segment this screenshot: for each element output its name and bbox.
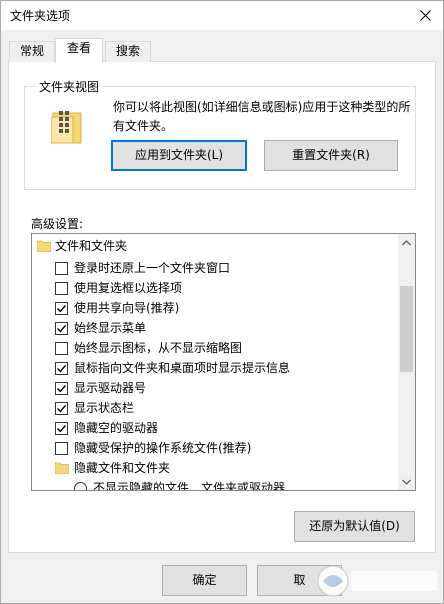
folder-view-icon (51, 111, 82, 144)
checkbox[interactable] (55, 282, 68, 295)
scroll-down-button[interactable] (398, 473, 415, 490)
checkbox[interactable] (55, 442, 68, 455)
option-label: 隐藏受保护的操作系统文件(推荐) (74, 441, 252, 455)
checkmark-icon (57, 365, 67, 373)
tree-item-label: 隐藏文件和文件夹 (74, 461, 171, 475)
advanced-settings-label: 高级设置: (31, 217, 84, 231)
radio-button[interactable] (74, 482, 87, 490)
tree-item-label: 文件和文件夹 (55, 239, 128, 253)
title-bar: 文件夹选项 (1, 1, 443, 30)
apply-to-folders-button[interactable]: 应用到文件夹(L) (111, 140, 247, 171)
option-label: 隐藏空的驱动器 (74, 421, 159, 435)
option-label: 使用复选框以选择项 (74, 281, 183, 295)
tab-general-label: 常规 (19, 44, 44, 58)
option-label: 不显示隐藏的文件、文件夹或驱动器 (93, 481, 286, 491)
restore-defaults-button[interactable]: 还原为默认值(D) (294, 511, 415, 542)
window-title: 文件夹选项 (10, 9, 71, 23)
reset-folders-button[interactable]: 重置文件夹(R) (264, 140, 398, 171)
folder-views-description: 你可以将此视图(如详细信息或图标)应用于这种类型的所有文件夹。 (113, 100, 411, 133)
scroll-thumb[interactable] (400, 286, 413, 372)
close-icon (419, 9, 431, 21)
option-label: 始终显示图标，从不显示缩略图 (74, 341, 243, 355)
ok-button[interactable]: 确定 (162, 565, 247, 596)
checkbox-checked[interactable] (55, 382, 68, 395)
vertical-scrollbar[interactable] (398, 234, 415, 490)
tab-search[interactable]: 搜索 (105, 41, 151, 62)
checkmark-icon (57, 385, 67, 393)
checkbox-checked[interactable] (55, 302, 68, 315)
checkbox-checked[interactable] (55, 322, 68, 335)
folder-icon (55, 462, 69, 474)
chevron-down-icon (402, 479, 411, 485)
checkmark-icon (57, 425, 67, 433)
folder-views-legend: 文件夹视图 (35, 78, 104, 95)
checkbox-checked[interactable] (55, 402, 68, 415)
checkmark-icon (57, 305, 67, 313)
advanced-settings-tree[interactable]: 文件和文件夹 登录时还原上一个文件夹窗口 使用复选框以选择项 使用共享向导(推荐… (31, 233, 416, 491)
folder-options-dialog: 文件夹选项 常规 查看 搜索 文件夹视图 你可以将此视图(如详细信息或图标)应用… (0, 0, 444, 604)
option-label: 使用共享向导(推荐) (74, 301, 180, 315)
chevron-up-icon (402, 239, 411, 245)
option-label: 显示状态栏 (74, 401, 135, 415)
site-watermark-logo (317, 565, 437, 597)
checkmark-icon (57, 325, 67, 333)
close-button[interactable] (415, 5, 435, 25)
option-label: 登录时还原上一个文件夹窗口 (74, 261, 231, 275)
tab-general[interactable]: 常规 (9, 41, 55, 62)
tab-view[interactable]: 查看 (55, 38, 103, 63)
tab-search-label: 搜索 (115, 44, 140, 58)
checkbox[interactable] (55, 262, 68, 275)
checkbox[interactable] (55, 342, 68, 355)
option-label: 显示驱动器号 (74, 381, 147, 395)
checkbox-checked[interactable] (55, 362, 68, 375)
tab-view-label: 查看 (66, 41, 91, 55)
folder-icon (37, 240, 51, 252)
checkbox-checked[interactable] (55, 422, 68, 435)
option-label: 鼠标指向文件夹和桌面项时显示提示信息 (74, 361, 291, 375)
option-label: 始终显示菜单 (74, 321, 147, 335)
scroll-up-button[interactable] (398, 234, 415, 251)
checkmark-icon (57, 405, 67, 413)
